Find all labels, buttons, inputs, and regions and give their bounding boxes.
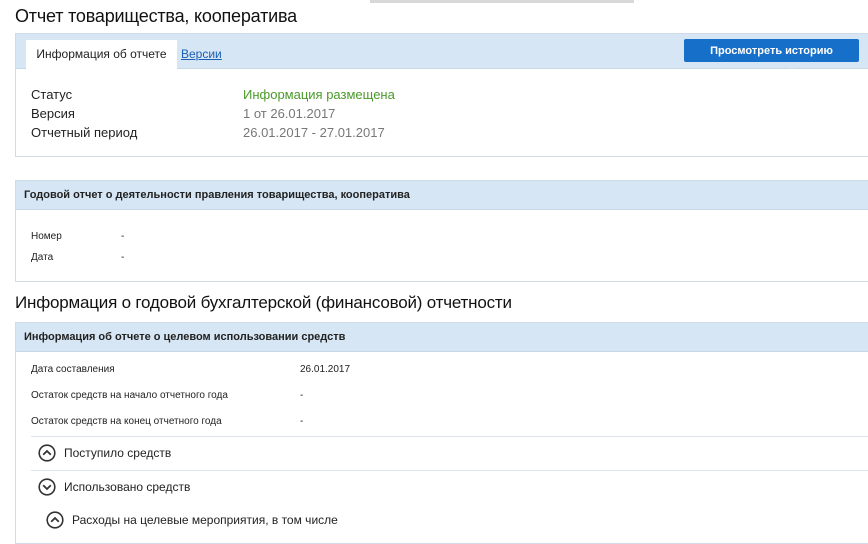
- annual-report-panel: Годовой отчет о деятельности правления т…: [15, 180, 868, 282]
- start-balance-label: Остаток средств на начало отчетного года: [31, 390, 228, 401]
- accordion-label: Расходы на целевые мероприятия, в том чи…: [72, 513, 338, 527]
- accordion-received-funds[interactable]: Поступило средств: [38, 444, 171, 462]
- version-label: Версия: [31, 106, 75, 121]
- chevron-up-circle-icon: [38, 444, 56, 462]
- divider: [31, 436, 868, 437]
- divider: [31, 470, 868, 471]
- status-label: Статус: [31, 87, 73, 102]
- tab-versions[interactable]: Версии: [181, 40, 222, 69]
- accordion-target-expenses[interactable]: Расходы на целевые мероприятия, в том чи…: [46, 511, 338, 529]
- version-value: 1 от 26.01.2017: [243, 106, 336, 121]
- chevron-up-circle-icon: [46, 511, 64, 529]
- target-use-header: Информация об отчете о целевом использов…: [16, 323, 868, 352]
- accordion-used-funds[interactable]: Использовано средств: [38, 478, 190, 496]
- number-label: Номер: [31, 231, 62, 242]
- tab-report-info[interactable]: Информация об отчете: [26, 40, 177, 69]
- date-value: -: [121, 252, 125, 263]
- view-history-button[interactable]: Просмотреть историю событий: [684, 39, 859, 80]
- start-balance-value: -: [300, 390, 304, 401]
- period-value: 26.01.2017 - 27.01.2017: [243, 125, 385, 140]
- chevron-down-circle-icon: [38, 478, 56, 496]
- end-balance-value: -: [300, 416, 304, 427]
- number-value: -: [121, 231, 125, 242]
- section-title: Информация о годовой бухгалтерской (фина…: [15, 293, 512, 312]
- page-title: Отчет товарищества, кооператива: [15, 6, 297, 26]
- compiled-date-value: 26.01.2017: [300, 364, 351, 375]
- end-balance-label: Остаток средств на конец отчетного года: [31, 416, 222, 427]
- compiled-date-label: Дата составления: [31, 364, 115, 375]
- period-label: Отчетный период: [31, 125, 138, 140]
- date-label: Дата: [31, 252, 54, 263]
- overlay-shadow: [370, 0, 634, 3]
- report-info-panel: Информация об отчете Версии Просмотреть …: [15, 33, 868, 157]
- accordion-label: Поступило средств: [64, 446, 172, 460]
- status-value: Информация размещена: [243, 87, 395, 102]
- target-use-panel: Информация об отчете о целевом использов…: [15, 322, 868, 544]
- annual-report-header: Годовой отчет о деятельности правления т…: [16, 181, 868, 210]
- tab-bar: Информация об отчете Версии Просмотреть …: [16, 34, 868, 80]
- accordion-label: Использовано средств: [64, 480, 191, 494]
